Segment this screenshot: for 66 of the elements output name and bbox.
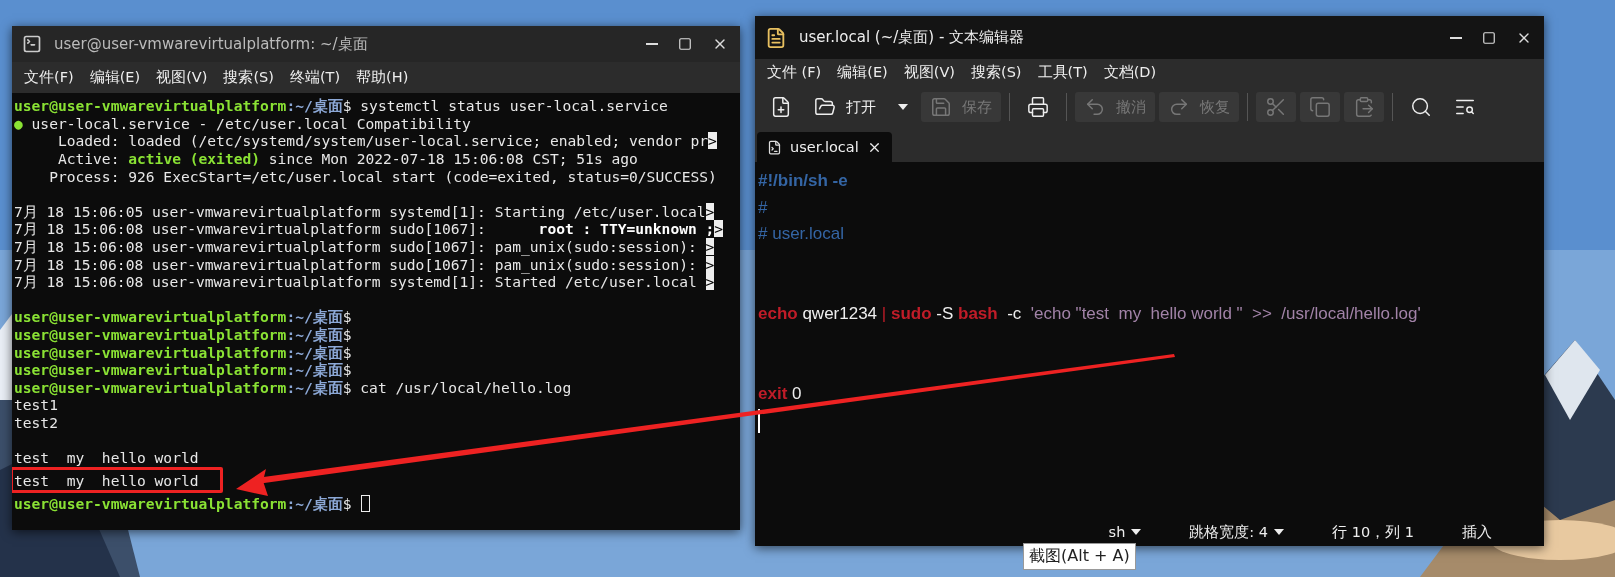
minimize-icon	[646, 43, 658, 45]
terminal-line: user@user-vmwarevirtualplatform:~/桌面$	[14, 361, 352, 379]
menu-item[interactable]: 文件 (F)	[759, 60, 830, 85]
terminal-line: 7月 18 15:06:08 user-vmwarevirtualplatform systemd[1]: Started /etc/user.local >	[14, 273, 715, 291]
tab-width-selector[interactable]: 跳格宽度: 4	[1189, 522, 1285, 542]
menu-item[interactable]: 文件(F)	[16, 65, 82, 90]
terminal-line: user@user-vmwarevirtualplatform:~/桌面$	[14, 343, 352, 361]
menu-item[interactable]: 帮助(H)	[348, 65, 417, 90]
menu-item[interactable]: 文档(D)	[1095, 60, 1165, 85]
menu-item[interactable]: 终端(T)	[281, 65, 349, 90]
language-selector[interactable]: sh	[1108, 524, 1142, 540]
caret-icon	[1131, 529, 1142, 535]
folder-icon	[814, 96, 836, 118]
terminal-line: test my hello world	[14, 471, 199, 489]
code-line: #!/bin/sh -e	[758, 171, 848, 192]
menu-item[interactable]: 编辑(E)	[829, 60, 896, 85]
terminal-line: test1	[14, 396, 58, 414]
terminal-line: user@user-vmwarevirtualplatform:~/桌面$	[14, 326, 352, 343]
terminal-line: 7月 18 15:06:05 user-vmwarevirtualplatform systemd[1]: Starting /etc/user.local>	[14, 202, 715, 220]
file-tab[interactable]: user.local	[757, 132, 892, 162]
menu-item[interactable]: 工具(T)	[1029, 60, 1096, 85]
tooltip: 截图(Alt + A)	[1023, 543, 1136, 570]
terminal-line: user@user-vmwarevirtualplatform:~/桌面$ systemctl status user-local.service	[14, 97, 668, 115]
maximize-button[interactable]	[676, 35, 694, 53]
window-title: user.local (~/桌面) - 文本编辑器	[799, 28, 1026, 47]
terminal-line: test my hello world	[14, 449, 199, 467]
copy-icon	[1309, 96, 1331, 118]
terminal-line: Process: 926 ExecStart=/etc/user.local start (code=exited, status=0/SUCCESS)	[48, 167, 717, 185]
caret-icon	[898, 104, 908, 110]
undo-icon	[1084, 96, 1106, 118]
save-icon	[930, 96, 952, 118]
code-line: # user.local	[758, 224, 844, 245]
terminal-line: test2	[14, 414, 58, 431]
terminal-line: user@user-vmwarevirtualplatform:~/桌面$	[14, 308, 352, 326]
insert-mode: 插入	[1462, 522, 1492, 542]
menu-item[interactable]: 视图(V)	[148, 65, 216, 90]
scissors-icon	[1265, 96, 1287, 118]
terminal-line: user@user-vmwarevirtualplatform:~/桌面$ cat /usr/local/hello.log	[14, 378, 572, 396]
document-icon	[765, 26, 787, 49]
menu-item[interactable]: 搜索(S)	[963, 60, 1030, 85]
new-file-icon	[770, 96, 792, 118]
terminal-line: user@user-vmwarevirtualplatform:~/桌面$	[14, 494, 352, 512]
window-title: user@user-vmwarevirtualplatform: ~/桌面	[54, 34, 369, 54]
open-button[interactable]: 打开	[805, 92, 885, 122]
code-line: #	[758, 197, 768, 218]
redo-icon	[1168, 96, 1190, 118]
terminal-line: ● user-local.service - /etc/user.local Compatibility	[14, 114, 471, 132]
menu-item[interactable]: 视图(V)	[895, 60, 963, 85]
maximize-icon	[678, 37, 692, 51]
terminal-icon	[22, 34, 42, 54]
search-icon	[1410, 96, 1432, 118]
clipboard-icon	[1353, 96, 1375, 118]
menu-item[interactable]: 搜索(S)	[215, 65, 282, 90]
terminal-line: 7月 18 15:06:08 user-vmwarevirtualplatform sudo[1067]: root : TTY=unknown ;>	[14, 220, 724, 238]
terminal-line: 7月 18 15:06:08 user-vmwarevirtualplatform sudo[1067]: pam_unix(sudo:session): >	[14, 238, 715, 256]
terminal-line: Active: active (exited) since Mon 2022-07-18 15:06:08 CST; 51s ago	[56, 150, 638, 168]
cursor-position: 行 10，列 1	[1332, 522, 1414, 542]
code-line: exit 0	[758, 384, 802, 405]
menu-item[interactable]: 编辑(E)	[81, 65, 149, 90]
printer-icon	[1027, 96, 1049, 118]
terminal-line: 7月 18 15:06:08 user-vmwarevirtualplatform sudo[1067]: pam_unix(sudo:session): >	[14, 255, 715, 273]
caret-icon	[1274, 529, 1285, 535]
maximize-icon	[1482, 30, 1496, 45]
code-line: echo qwer1234 | sudo -S bash -c 'echo "test my hello world " >> /usr/local/hello.log'	[758, 304, 1421, 325]
file-icon	[767, 139, 782, 155]
minimize-icon	[1450, 36, 1462, 39]
